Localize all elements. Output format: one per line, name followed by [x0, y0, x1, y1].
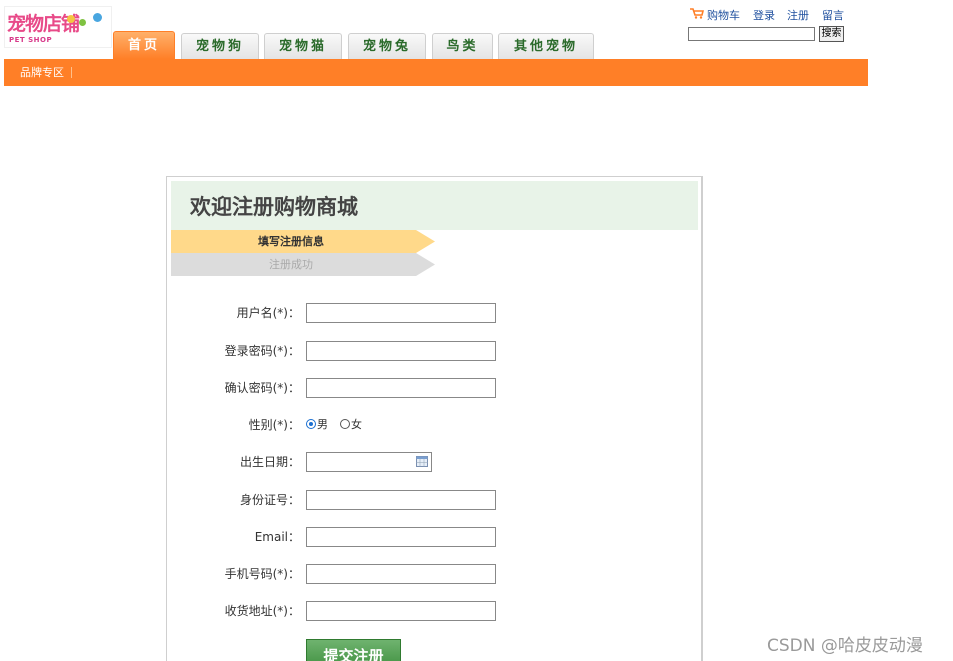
- register-panel: 欢迎注册购物商城 填写注册信息 注册成功 用户名(*)： 登录密码(*)： 确认…: [166, 176, 703, 661]
- sub-nav-bar: 品牌专区: [4, 59, 868, 86]
- confirm-password-input[interactable]: [306, 378, 496, 398]
- cart-link[interactable]: 购物车: [707, 7, 740, 23]
- step-fill-info: 填写注册信息: [171, 230, 435, 253]
- gender-male-label: 男: [317, 418, 328, 431]
- password-row: 登录密码(*)：: [167, 341, 697, 363]
- birthday-row: 出生日期：: [167, 452, 697, 474]
- phone-input[interactable]: [306, 564, 496, 584]
- register-link[interactable]: 注册: [787, 7, 809, 23]
- id-number-row: 身份证号：: [167, 490, 697, 512]
- calendar-icon[interactable]: [416, 455, 428, 467]
- email-label: Email：: [254, 530, 300, 544]
- step-label: 填写注册信息: [258, 235, 324, 248]
- logo-decoration: [79, 19, 86, 26]
- logo-subtext: PET SHOP: [9, 36, 53, 44]
- phone-row: 手机号码(*)：: [167, 564, 697, 586]
- password-input[interactable]: [306, 341, 496, 361]
- gender-female-radio[interactable]: [340, 419, 350, 429]
- birthday-input[interactable]: [306, 452, 432, 472]
- brand-zone-link[interactable]: 品牌专区: [20, 59, 64, 86]
- logo[interactable]: 宠物店铺 PET SHOP: [4, 6, 112, 48]
- phone-label: 手机号码(*)：: [224, 567, 300, 581]
- address-input[interactable]: [306, 601, 496, 621]
- step-success: 注册成功: [171, 253, 435, 276]
- search-input[interactable]: [688, 27, 815, 41]
- register-header: 欢迎注册购物商城: [171, 181, 698, 230]
- watermark: CSDN @哈皮皮动漫: [767, 636, 923, 656]
- logo-decoration: [67, 15, 75, 23]
- step-label: 注册成功: [269, 258, 313, 271]
- id-number-label: 身份证号：: [239, 493, 300, 507]
- tab-cats[interactable]: 宠物猫: [264, 33, 342, 59]
- username-input[interactable]: [306, 303, 496, 323]
- page-title: 欢迎注册购物商城: [190, 195, 358, 219]
- tab-birds[interactable]: 鸟类: [432, 33, 493, 59]
- birthday-label: 出生日期：: [239, 455, 300, 469]
- search-button[interactable]: 搜索: [819, 26, 844, 42]
- login-link[interactable]: 登录: [753, 7, 775, 23]
- page: 宠物店铺 PET SHOP 首页 宠物狗 宠物猫 宠物兔 鸟类 其他宠物 购物车…: [0, 0, 953, 661]
- logo-decoration: [93, 13, 102, 22]
- tab-other-pets[interactable]: 其他宠物: [498, 33, 594, 59]
- confirm-password-label: 确认密码(*)：: [224, 381, 300, 395]
- username-label: 用户名(*)：: [236, 306, 300, 320]
- id-number-input[interactable]: [306, 490, 496, 510]
- submit-register-button[interactable]: 提交注册: [306, 639, 401, 661]
- confirm-password-row: 确认密码(*)：: [167, 378, 697, 400]
- divider: [71, 67, 72, 78]
- gender-male-radio[interactable]: [306, 419, 316, 429]
- tab-home[interactable]: 首页: [113, 31, 175, 59]
- gender-label: 性别(*)：: [248, 418, 300, 432]
- tab-rabbits[interactable]: 宠物兔: [348, 33, 426, 59]
- gender-female-label: 女: [351, 418, 362, 431]
- tab-dogs[interactable]: 宠物狗: [181, 33, 259, 59]
- shopping-cart-icon[interactable]: [690, 8, 704, 19]
- address-label: 收货地址(*)：: [224, 604, 300, 618]
- password-label: 登录密码(*)：: [224, 344, 300, 358]
- gender-row: 性别(*)： 男 女: [167, 415, 697, 437]
- email-input[interactable]: [306, 527, 496, 547]
- email-row: Email：: [167, 527, 697, 549]
- address-row: 收货地址(*)：: [167, 601, 697, 623]
- username-row: 用户名(*)：: [167, 303, 697, 325]
- message-link[interactable]: 留言: [822, 7, 844, 23]
